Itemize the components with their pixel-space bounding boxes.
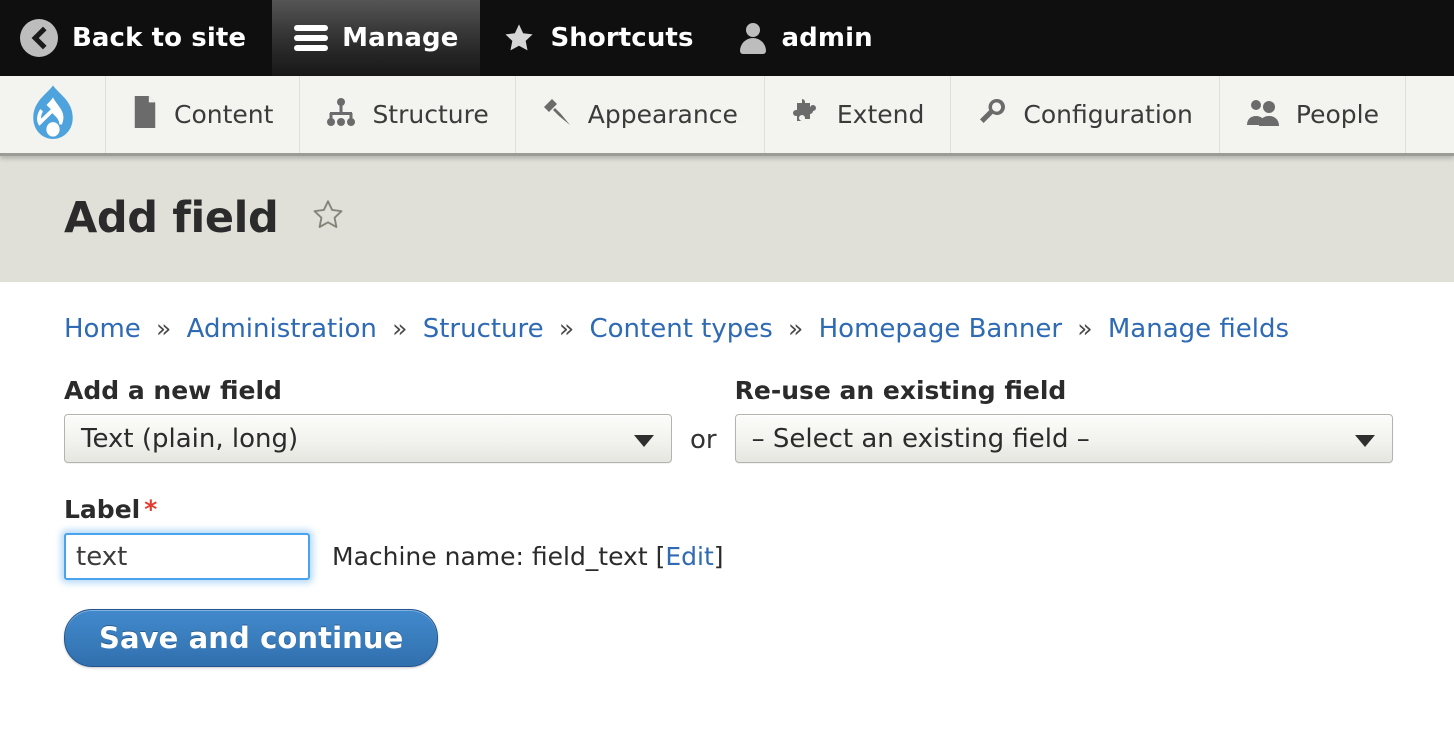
tray-item-label: Content [174,100,274,129]
document-icon [132,95,158,134]
or-separator-label: or [690,425,717,455]
new-field-type-select[interactable]: Text (plain, long) [64,414,672,463]
reuse-field-group: Re-use an existing field – Select an exi… [734,376,1393,463]
breadcrumb-separator: » [558,314,575,343]
label-input[interactable] [64,533,310,580]
breadcrumb-separator: » [1077,314,1093,343]
star-outline-icon[interactable] [311,196,345,239]
tray-item-structure[interactable]: Structure [300,76,516,153]
toolbar-item-label: Manage [342,23,459,53]
toolbar-item-user-admin[interactable]: admin [716,0,895,76]
user-icon [738,21,768,55]
existing-field-select[interactable]: – Select an existing field – [734,414,1393,463]
reuse-field-label: Re-use an existing field [734,376,1067,405]
sitemap-icon [326,97,356,133]
toolbar-item-label: admin [781,23,873,53]
star-icon [502,22,536,54]
breadcrumb-link-home[interactable]: Home [64,314,141,344]
toolbar-item-label: Shortcuts [550,23,694,53]
page-title: Add field [64,196,345,242]
admin-toolbar: Back to site Manage Shortcuts admin [0,0,1454,76]
machine-name-display: Machine name: field_text [Edit] [332,544,724,569]
toolbar-item-manage[interactable]: Manage [272,0,481,76]
save-and-continue-button[interactable]: Save and continue [64,609,439,667]
hamburger-icon [294,25,329,51]
tray-item-extend[interactable]: Extend [765,76,952,153]
breadcrumb-link-manage-fields[interactable]: Manage fields [1108,314,1289,344]
drupal-droplet-logo[interactable] [0,76,106,153]
chevron-down-icon [1354,434,1375,447]
admin-menu-tray: Content Structure Appearance Extend Conf… [0,76,1454,156]
page-title-text: Add field [64,192,279,243]
field-selection-row: Add a new field Text (plain, long) or Re… [64,376,1393,463]
tray-item-label: Configuration [1023,100,1193,129]
new-field-type-value: Text (plain, long) [81,423,299,454]
existing-field-value: – Select an existing field – [751,423,1090,454]
add-new-field-group: Add a new field Text (plain, long) [64,378,672,463]
add-new-field-label: Add a new field [64,376,282,405]
tray-item-appearance[interactable]: Appearance [516,76,765,153]
breadcrumb-link-structure[interactable]: Structure [423,314,544,344]
tray-item-label: Structure [372,100,489,129]
breadcrumb: Home » Administration » Structure » Cont… [64,282,1390,342]
breadcrumb-separator: » [392,314,408,343]
back-circle-icon [20,19,58,57]
drupal-droplet-icon [32,84,73,139]
wrench-icon [977,97,1007,133]
tray-item-people[interactable]: People [1220,76,1406,153]
toolbar-item-shortcuts[interactable]: Shortcuts [480,0,715,76]
page-header-band: Add field [0,156,1454,282]
tray-item-label: People [1295,100,1379,129]
tray-item-label: Appearance [587,100,738,129]
tray-item-configuration[interactable]: Configuration [951,76,1220,153]
breadcrumb-link-homepage-banner[interactable]: Homepage Banner [819,314,1062,344]
paintbrush-icon [542,97,572,133]
machine-name-suffix: ] [713,542,724,571]
toolbar-item-label: Back to site [72,23,247,53]
tray-item-label: Extend [836,100,925,129]
toolbar-item-back-to-site[interactable]: Back to site [0,0,272,76]
machine-name-prefix: Machine name: field_text [ [332,542,666,571]
label-field-group: Label* Machine name: field_text [Edit] [64,497,1390,580]
puzzle-piece-icon [791,97,821,133]
label-field-label-text: Label [64,495,141,524]
breadcrumb-link-content-types[interactable]: Content types [589,314,772,344]
chevron-down-icon [634,434,654,447]
breadcrumb-separator: » [156,314,172,343]
breadcrumb-link-administration[interactable]: Administration [187,314,377,344]
required-marker: * [144,495,158,524]
label-field-label: Label * [64,497,1390,522]
tray-item-content[interactable]: Content [106,76,301,153]
machine-name-edit-link[interactable]: Edit [665,542,713,571]
breadcrumb-separator: » [788,314,804,343]
people-icon [1246,97,1280,133]
main-content: Home » Administration » Structure » Cont… [0,282,1454,667]
